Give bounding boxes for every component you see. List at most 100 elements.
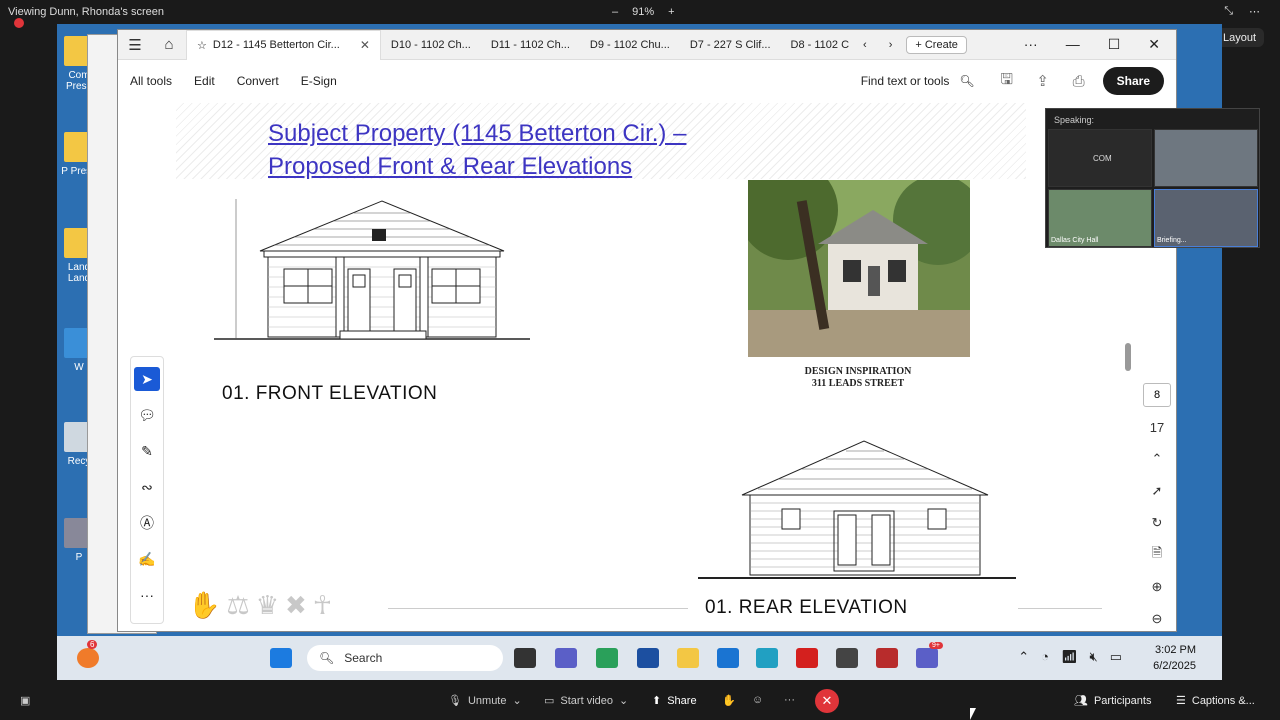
chevron-up-icon[interactable]: ⌃ bbox=[1018, 649, 1029, 665]
outlook-icon[interactable] bbox=[717, 648, 739, 668]
close-icon[interactable]: ✕ bbox=[1148, 36, 1160, 53]
zoom-out-button[interactable]: – bbox=[612, 6, 618, 18]
title-line-2: Proposed Front & Rear Elevations bbox=[268, 153, 633, 180]
teams-icon[interactable] bbox=[916, 648, 938, 668]
video-tile[interactable]: Dallas City Hall bbox=[1048, 189, 1152, 247]
print-icon[interactable]: ⎙ bbox=[1061, 73, 1097, 90]
save-icon[interactable]: 🖫 bbox=[989, 69, 1025, 94]
zoom-in-icon[interactable]: ⊕ bbox=[1152, 575, 1163, 599]
share-screen-button[interactable]: ⬆ Share bbox=[652, 694, 697, 708]
chat-icon[interactable]: ▣ bbox=[20, 694, 30, 707]
tab-d8[interactable]: D8 - 1102 C bbox=[781, 30, 860, 60]
close-tab-icon[interactable]: ✕ bbox=[360, 38, 370, 52]
inspiration-address: 311 LEADS STREET bbox=[811, 378, 905, 389]
shield-icon[interactable]: ◔ bbox=[1041, 649, 1049, 665]
more-icon[interactable]: ··· bbox=[784, 694, 795, 706]
find-tools[interactable]: Find text or tools 🔍︎ bbox=[861, 74, 975, 88]
reactions-icon[interactable]: ☺ bbox=[752, 694, 763, 706]
page-navigation: 8 17 ⌃ ➚ ↻ 🗎 ⊕ ⊖ bbox=[1140, 383, 1174, 631]
tab-d11[interactable]: D11 - 1102 Ch... bbox=[481, 30, 580, 60]
title-line-1: Subject Property (1145 Betterton Cir.) – bbox=[268, 120, 687, 147]
unmute-label: Unmute bbox=[467, 694, 507, 707]
star-icon[interactable]: ☆ bbox=[197, 39, 207, 52]
end-call-button[interactable]: ✕ bbox=[815, 689, 839, 713]
upload-icon[interactable]: ⇪ bbox=[1025, 72, 1061, 90]
chevron-up-icon[interactable]: ⌃ bbox=[1152, 447, 1163, 471]
participants-label: Participants bbox=[1093, 694, 1152, 707]
create-button[interactable]: + Create bbox=[906, 35, 967, 54]
tab-d12[interactable]: ☆ D12 - 1145 Betterton Cir... ✕ bbox=[186, 29, 381, 60]
file-explorer-icon[interactable] bbox=[677, 648, 699, 668]
app-icon[interactable] bbox=[836, 648, 858, 668]
draw-icon[interactable]: ∾ bbox=[134, 475, 160, 499]
teams-chat-icon[interactable] bbox=[555, 648, 577, 668]
captions-label: Captions &... bbox=[1191, 694, 1255, 707]
store-icon[interactable] bbox=[637, 648, 659, 668]
chevron-right-icon[interactable]: › bbox=[889, 39, 893, 51]
video-tile[interactable]: COM bbox=[1048, 129, 1152, 187]
raise-hand-icon[interactable]: ✋ bbox=[722, 694, 736, 707]
battery-icon[interactable]: ▭ bbox=[1110, 649, 1122, 665]
rotate-icon[interactable]: ↻ bbox=[1152, 511, 1163, 535]
tab-label: D9 - 1102 Chu... bbox=[589, 38, 670, 51]
clock-time: 3:02 PM bbox=[1155, 644, 1196, 656]
minimize-icon[interactable]: — bbox=[1066, 36, 1080, 53]
menu-esign[interactable]: E-Sign bbox=[301, 74, 337, 88]
page-icon[interactable]: 🗎 bbox=[1152, 543, 1162, 567]
unmute-button[interactable]: 🎙︎ Unmute ⌄ bbox=[448, 694, 522, 708]
search-icon[interactable]: 🔍︎ bbox=[959, 74, 974, 88]
home-icon[interactable]: ⌂ bbox=[152, 36, 186, 53]
edge-icon[interactable] bbox=[596, 648, 618, 668]
captions-button[interactable]: ☰ Captions &... bbox=[1176, 694, 1255, 708]
more-icon[interactable]: ··· bbox=[1024, 36, 1038, 53]
tab-d10[interactable]: D10 - 1102 Ch... bbox=[381, 30, 481, 60]
more-tools-icon[interactable]: ··· bbox=[134, 583, 160, 607]
tab-d9[interactable]: D9 - 1102 Chu... bbox=[580, 30, 680, 60]
cursor-tool-icon[interactable]: ➚ bbox=[1152, 479, 1163, 503]
video-tile[interactable]: Briefing... bbox=[1154, 189, 1258, 247]
zoom-in-button[interactable]: + bbox=[668, 6, 674, 18]
menu-edit[interactable]: Edit bbox=[194, 74, 215, 88]
chevron-left-icon[interactable]: ‹ bbox=[863, 39, 867, 51]
start-video-button[interactable]: ▭ Start video ⌄ bbox=[544, 694, 628, 708]
tab-d7[interactable]: D7 - 227 S Clif... bbox=[680, 30, 781, 60]
comment-icon[interactable]: 💬︎ bbox=[134, 403, 160, 427]
menu-convert[interactable]: Convert bbox=[237, 74, 279, 88]
acrobat-icon[interactable] bbox=[796, 648, 818, 668]
notification-badge: 9+ bbox=[929, 642, 943, 649]
video-panel: Speaking: COM Dallas City Hall Briefing.… bbox=[1045, 108, 1260, 248]
video-tile[interactable] bbox=[1154, 129, 1258, 187]
annotation-toolbar: ➤ 💬︎ ✎ ∾ Ⓐ ✍ ··· bbox=[130, 356, 164, 624]
share-button[interactable]: Share bbox=[1102, 67, 1164, 95]
layout-label: Layout bbox=[1222, 32, 1256, 44]
volume-muted-icon[interactable]: 🔇︎ bbox=[1090, 649, 1098, 665]
collapse-icon[interactable]: ⤡ bbox=[1224, 5, 1233, 18]
taskbar-clock[interactable]: 3:02 PM 6/2/2025 bbox=[1153, 642, 1196, 674]
desktop-icon-label: P bbox=[75, 552, 83, 563]
more-icon[interactable]: ⋯ bbox=[1249, 5, 1260, 18]
select-icon[interactable]: ➤ bbox=[134, 367, 160, 391]
task-view-icon[interactable] bbox=[514, 648, 536, 668]
menu-icon[interactable]: ☰ bbox=[118, 36, 152, 54]
search-label: Search bbox=[344, 651, 383, 665]
wifi-icon[interactable]: 📶︎ bbox=[1061, 649, 1078, 665]
access-icon[interactable] bbox=[876, 648, 898, 668]
participants-button[interactable]: 👥︎ Participants bbox=[1074, 694, 1152, 708]
taskbar-search[interactable]: 🔍︎ Search bbox=[307, 645, 503, 671]
zoom-out-icon[interactable]: ⊖ bbox=[1152, 607, 1163, 631]
tile-label: Briefing... bbox=[1157, 237, 1187, 244]
current-page[interactable]: 8 bbox=[1143, 383, 1171, 407]
scrollbar-thumb[interactable] bbox=[1125, 343, 1131, 371]
maximize-icon[interactable]: ☐ bbox=[1108, 36, 1121, 53]
divider-rule bbox=[388, 608, 688, 609]
rear-elevation-caption: 01. REAR ELEVATION bbox=[705, 597, 908, 618]
text-box-icon[interactable]: Ⓐ bbox=[134, 511, 160, 535]
pen-icon[interactable]: ✎ bbox=[134, 439, 160, 463]
menu-all-tools[interactable]: All tools bbox=[130, 74, 172, 88]
tab-label: D7 - 227 S Clif... bbox=[689, 38, 771, 51]
app-icon[interactable] bbox=[77, 648, 99, 668]
clock-date: 6/2/2025 bbox=[1153, 660, 1196, 672]
sign-icon[interactable]: ✍ bbox=[134, 547, 160, 571]
chrome-icon[interactable] bbox=[756, 648, 778, 668]
windows-start-icon[interactable] bbox=[270, 648, 292, 668]
